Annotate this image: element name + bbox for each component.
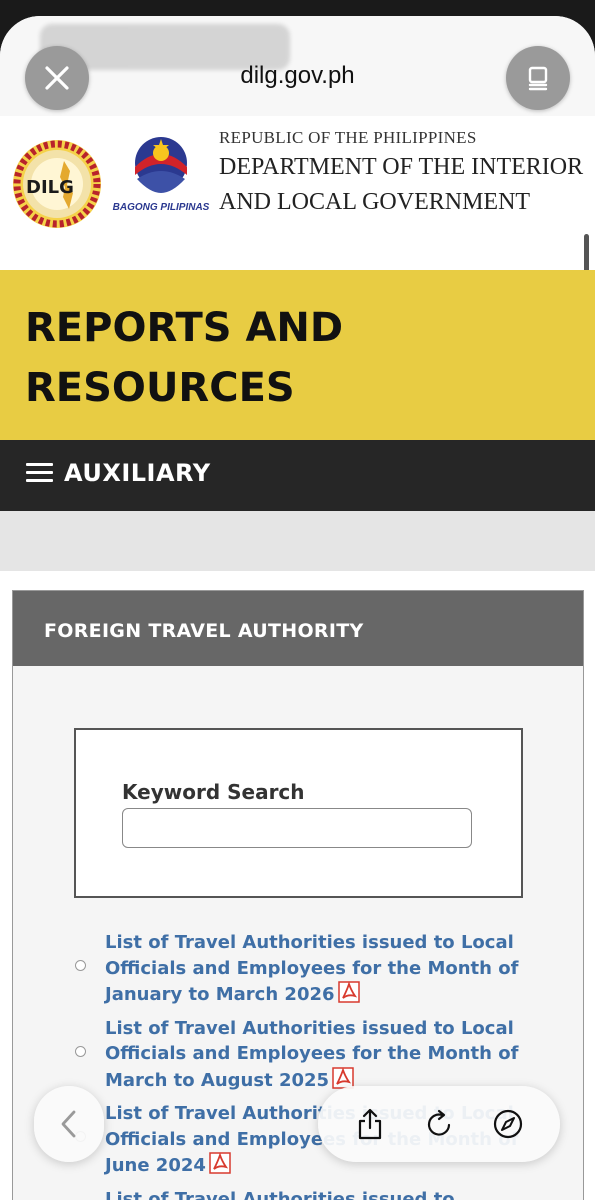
panel-title: FOREIGN TRAVEL AUTHORITY	[44, 620, 364, 642]
dilg-seal-logo[interactable]: DILG	[12, 139, 102, 229]
bagong-pilipinas-text: BAGONG PILIPINAS	[112, 202, 210, 213]
chevron-left-icon	[61, 1110, 76, 1138]
auxiliary-nav-bar[interactable]: AUXILIARY	[0, 440, 595, 511]
page-banner: REPORTS AND RESOURCES	[0, 270, 595, 440]
pdf-icon	[337, 981, 360, 1003]
browser-toolbar	[318, 1086, 560, 1162]
bullet-icon	[75, 960, 86, 971]
document-link[interactable]: List of Travel Authorities issued to	[105, 1189, 455, 1200]
document-link[interactable]: List of Travel Authorities issued to Loc…	[105, 1018, 518, 1091]
panel-header: FOREIGN TRAVEL AUTHORITY	[13, 591, 583, 666]
share-button[interactable]	[348, 1102, 392, 1146]
keyword-search-box: Keyword Search	[74, 728, 523, 898]
department-name-line1: DEPARTMENT OF THE INTERIOR	[219, 154, 584, 180]
republic-text: REPUBLIC OF THE PHILIPPINES	[219, 128, 477, 147]
search-input[interactable]	[122, 808, 472, 848]
reload-button[interactable]	[417, 1102, 461, 1146]
reload-icon	[427, 1109, 451, 1136]
search-label: Keyword Search	[122, 780, 305, 804]
list-item: List of Travel Authorities issued to	[13, 1187, 525, 1200]
seal-text: DILG	[26, 177, 74, 198]
document-link[interactable]: List of Travel Authorities issued to Loc…	[105, 932, 518, 1005]
site-header: DILG BAGONG PILIPINAS REPUBLIC OF THE PH…	[0, 116, 595, 309]
compass-icon	[493, 1109, 522, 1139]
bullet-icon	[75, 1045, 86, 1057]
list-item: List of Travel Authorities issued to Loc…	[13, 930, 525, 1008]
page-title: REPORTS AND RESOURCES	[25, 305, 344, 411]
department-name-line2: AND LOCAL GOVERNMENT	[219, 189, 531, 215]
tabs-icon	[528, 66, 548, 91]
auxiliary-menu-label[interactable]: AUXILIARY	[64, 459, 211, 487]
share-icon	[359, 1108, 382, 1140]
open-in-safari-button[interactable]	[486, 1102, 530, 1146]
browser-sheet: dilg.gov.ph DILG BAGONG PILIPINAS REPUBL…	[0, 16, 595, 1200]
pdf-icon	[332, 1066, 354, 1089]
back-button[interactable]	[34, 1086, 104, 1162]
spacer-strip	[0, 511, 595, 571]
list-item: List of Travel Authorities issued to Loc…	[13, 1016, 525, 1094]
bagong-pilipinas-logo	[135, 137, 187, 193]
browser-top-bar: dilg.gov.ph	[0, 16, 595, 116]
pdf-icon	[209, 1152, 231, 1174]
hamburger-icon[interactable]	[26, 463, 53, 485]
tabs-button[interactable]	[506, 46, 570, 110]
